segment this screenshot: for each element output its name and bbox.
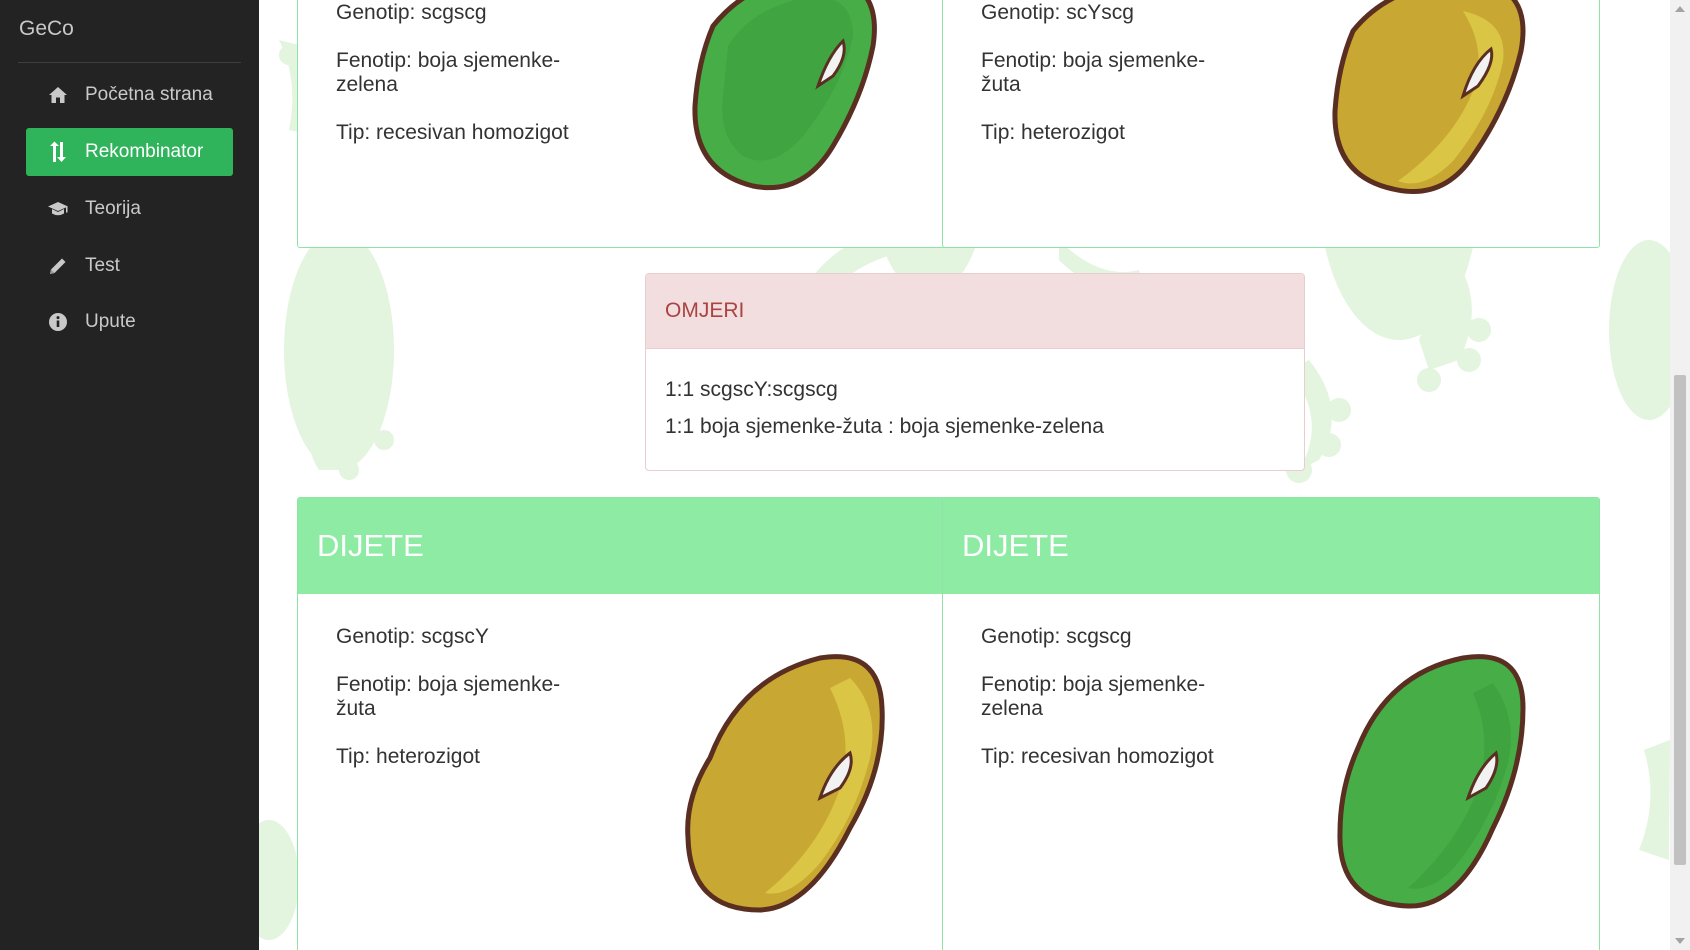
child-card-title: DIJETE <box>943 498 1599 594</box>
green-bean-image <box>1337 654 1526 909</box>
scroll-thumb[interactable] <box>1674 375 1686 865</box>
sidebar-item-label: Test <box>85 255 120 276</box>
genotype-text: Genotip: scYscg <box>981 1 1134 24</box>
info-circle-icon <box>43 312 73 332</box>
brand-logo[interactable]: GeCo <box>19 17 74 41</box>
sidebar-item-upute[interactable]: Upute <box>26 298 233 346</box>
child-card-2: DIJETE Genotip: scgscg Fenotip: boja sje… <box>942 497 1600 950</box>
home-icon <box>43 86 73 104</box>
sidebar-item-pocetna[interactable]: Početna strana <box>26 71 233 119</box>
scroll-up-icon[interactable] <box>1675 6 1685 12</box>
scroll-down-icon[interactable] <box>1675 938 1685 944</box>
sort-arrows-icon <box>43 141 73 163</box>
parent-2-info: Genotip: scYscg Fenotip: boja sjemenke-ž… <box>981 1 1241 169</box>
child-2-info: Genotip: scgscg Fenotip: boja sjemenke-z… <box>981 625 1241 793</box>
parent-1-info: Genotip: scgscg Fenotip: boja sjemenke-z… <box>336 1 596 169</box>
type-text: Tip: heterozigot <box>336 745 480 768</box>
type-text: Tip: recesivan homozigot <box>981 745 1214 768</box>
parent-card-2: Genotip: scYscg Fenotip: boja sjemenke-ž… <box>942 0 1600 248</box>
sidebar-divider <box>18 62 241 63</box>
phenotype-text: Fenotip: boja sjemenke-žuta <box>981 49 1206 96</box>
sidebar-item-rekombinator[interactable]: Rekombinator <box>26 128 233 176</box>
type-text: Tip: heterozigot <box>981 121 1125 144</box>
sidebar: GeCo Početna strana Rekombinator Teorija… <box>0 0 259 950</box>
genotype-text: Genotip: scgscY <box>336 625 489 648</box>
phenotype-ratio: 1:1 boja sjemenke-žuta : boja sjemenke-z… <box>665 415 1104 438</box>
sidebar-item-test[interactable]: Test <box>26 242 233 290</box>
genotype-text: Genotip: scgscg <box>981 625 1132 648</box>
green-bean-image <box>692 0 877 191</box>
child-card-1: DIJETE Genotip: scgscY Fenotip: boja sje… <box>297 497 955 950</box>
sidebar-item-teorija[interactable]: Teorija <box>26 185 233 233</box>
parent-card-1: Genotip: scgscg Fenotip: boja sjemenke-z… <box>297 0 955 248</box>
sidebar-item-label: Upute <box>85 311 136 332</box>
graduation-cap-icon <box>43 201 73 217</box>
yellow-bean-image <box>1332 0 1526 195</box>
ratios-panel: OMJERI 1:1 scgscY:scgscg 1:1 boja sjemen… <box>645 273 1305 471</box>
genotype-text: Genotip: scgscg <box>336 1 487 24</box>
child-card-title: DIJETE <box>298 498 954 594</box>
ratios-title: OMJERI <box>646 274 1304 349</box>
child-1-info: Genotip: scgscY Fenotip: boja sjemenke-ž… <box>336 625 596 793</box>
page-scrollbar[interactable] <box>1670 0 1690 950</box>
phenotype-text: Fenotip: boja sjemenke-zelena <box>981 673 1206 720</box>
pencil-icon <box>43 256 73 276</box>
sidebar-item-label: Teorija <box>85 198 141 219</box>
yellow-bean-image <box>685 654 885 913</box>
type-text: Tip: recesivan homozigot <box>336 121 569 144</box>
phenotype-text: Fenotip: boja sjemenke-žuta <box>336 673 561 720</box>
sidebar-item-label: Rekombinator <box>85 141 204 162</box>
sidebar-item-label: Početna strana <box>85 84 213 105</box>
phenotype-text: Fenotip: boja sjemenke-zelena <box>336 49 561 96</box>
main-content: Genotip: scgscg Fenotip: boja sjemenke-z… <box>259 0 1670 950</box>
genotype-ratio: 1:1 scgscY:scgscg <box>665 378 838 401</box>
